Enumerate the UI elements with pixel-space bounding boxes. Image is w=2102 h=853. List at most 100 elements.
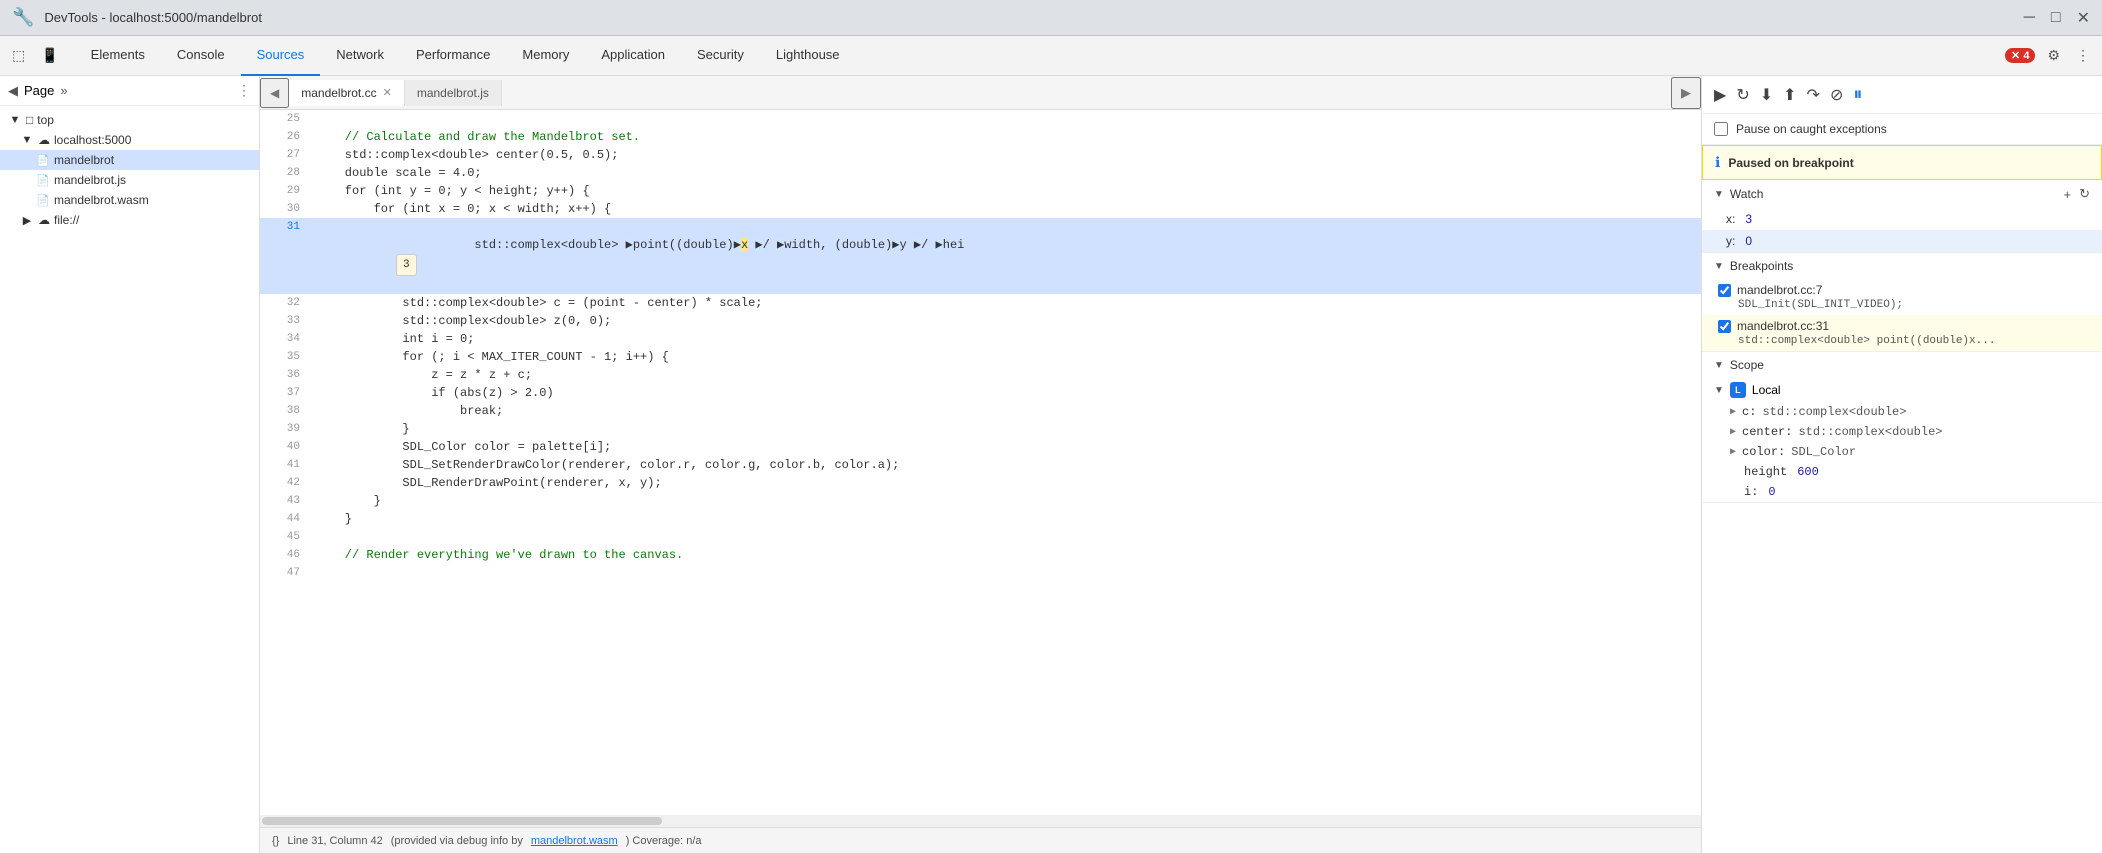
tab-memory[interactable]: Memory [506, 36, 585, 76]
folder-arrow-icon: ▼ [8, 114, 22, 126]
breakpoint-1: mandelbrot.cc:7 SDL_Init(SDL_INIT_VIDEO)… [1702, 279, 2102, 315]
bp-2-detail: std::complex<double> point((double)x... [1718, 335, 2090, 347]
format-btn[interactable]: {} [272, 835, 279, 847]
tab-application[interactable]: Application [585, 36, 681, 76]
step-into-btn[interactable]: ⬇ [1758, 83, 1775, 107]
window-title: DevTools - localhost:5000/mandelbrot [44, 10, 2013, 25]
deactivate-breakpoints-btn[interactable]: ⊘ [1828, 83, 1845, 107]
scope-color-arrow[interactable]: ▶ [1730, 446, 1736, 458]
inspect-icon[interactable]: ⬚ [8, 43, 29, 68]
pause-on-caught-checkbox[interactable] [1714, 122, 1728, 136]
watch-section-header[interactable]: ▼ Watch + ↻ [1702, 180, 2102, 208]
step-out-btn[interactable]: ⬆ [1781, 83, 1798, 107]
watch-arrow-icon: ▼ [1714, 189, 1724, 200]
line-num-46: 46 [260, 546, 308, 564]
line-num-33: 33 [260, 312, 308, 330]
line-code-27: std::complex<double> center(0.5, 0.5); [308, 146, 618, 164]
device-icon[interactable]: 📱 [37, 43, 62, 68]
line-code-32: std::complex<double> c = (point - center… [308, 294, 762, 312]
more-icon[interactable]: ⋮ [2072, 43, 2094, 68]
code-line-44: 44 } [260, 510, 1701, 528]
line-code-41: SDL_SetRenderDrawColor(renderer, color.r… [308, 456, 899, 474]
horizontal-scrollbar[interactable] [260, 815, 1701, 827]
refresh-watch-btn[interactable]: ↻ [2079, 186, 2090, 202]
scope-color-type: SDL_Color [1791, 445, 1856, 459]
tree-item-mandelbrot-js[interactable]: 📄 mandelbrot.js [0, 170, 259, 190]
middle-panel: ◀ mandelbrot.cc ✕ mandelbrot.js ▶ 25 26 … [260, 76, 1702, 853]
file-tab-close-cc[interactable]: ✕ [383, 86, 392, 99]
nav-tabs: Elements Console Sources Network Perform… [75, 36, 2005, 76]
scope-center-arrow[interactable]: ▶ [1730, 426, 1736, 438]
line-code-45 [308, 528, 316, 546]
breakpoints-section: ▼ Breakpoints mandelbrot.cc:7 SDL_Init(S… [1702, 253, 2102, 352]
scope-height-val: 600 [1797, 465, 1819, 479]
code-line-45: 45 [260, 528, 1701, 546]
scope-c-arrow[interactable]: ▶ [1730, 406, 1736, 418]
scope-local-arrow: ▼ [1714, 385, 1724, 396]
tree-item-file[interactable]: ▶ ☁ file:// [0, 210, 259, 230]
tree-localhost-label: localhost:5000 [54, 133, 131, 147]
tree-item-mandelbrot[interactable]: 📄 mandelbrot [0, 150, 259, 170]
main-toolbar: ⬚ 📱 Elements Console Sources Network Per… [0, 36, 2102, 76]
more-pages-btn[interactable]: » [60, 83, 67, 98]
tab-lighthouse[interactable]: Lighthouse [760, 36, 856, 76]
devtools-body: ◀ Page » ⋮ ▼ □ top ▼ ☁ localhost:5000 📄 … [0, 76, 2102, 853]
scope-i-val: 0 [1768, 485, 1775, 499]
step-btn[interactable]: ↷ [1805, 83, 1822, 107]
tab-performance[interactable]: Performance [400, 36, 506, 76]
tab-nav-back[interactable]: ◀ [260, 78, 289, 108]
breakpoints-arrow-icon: ▼ [1714, 261, 1724, 272]
tab-sources[interactable]: Sources [241, 36, 321, 76]
toolbar-right: ✕ 4 ⚙ ⋮ [2005, 43, 2094, 68]
run-snippet-btn[interactable]: ▶ [1671, 77, 1701, 109]
code-line-32: 32 std::complex<double> c = (point - cen… [260, 294, 1701, 312]
code-line-46: 46 // Render everything we've drawn to t… [260, 546, 1701, 564]
code-line-26: 26 // Calculate and draw the Mandelbrot … [260, 128, 1701, 146]
error-badge[interactable]: ✕ 4 [2005, 48, 2035, 63]
step-over-btn[interactable]: ↻ [1734, 83, 1751, 107]
pause-banner: ℹ Paused on breakpoint [1702, 145, 2102, 180]
panel-dots-btn[interactable]: ⋮ [237, 82, 251, 99]
bp-2-header: mandelbrot.cc:31 [1718, 319, 2090, 333]
tree-item-top[interactable]: ▼ □ top [0, 110, 259, 130]
tree-item-mandelbrot-wasm[interactable]: 📄 mandelbrot.wasm [0, 190, 259, 210]
scope-section-header[interactable]: ▼ Scope [1702, 352, 2102, 378]
resume-btn[interactable]: ▶ [1712, 83, 1728, 107]
line-code-42: SDL_RenderDrawPoint(renderer, x, y); [308, 474, 662, 492]
watch-item-y: y: 0 [1702, 230, 2102, 252]
pause-btn[interactable]: ⏸ [1851, 82, 1864, 107]
tree-item-localhost[interactable]: ▼ ☁ localhost:5000 [0, 130, 259, 150]
scope-color-key: color: [1742, 445, 1785, 459]
breakpoints-section-header[interactable]: ▼ Breakpoints [1702, 253, 2102, 279]
exceptions-row: Pause on caught exceptions [1702, 114, 2102, 145]
code-line-38: 38 break; [260, 402, 1701, 420]
left-panel: ◀ Page » ⋮ ▼ □ top ▼ ☁ localhost:5000 📄 … [0, 76, 260, 853]
file-icon-js: 📄 [36, 174, 50, 187]
scope-local-header[interactable]: ▼ L Local [1702, 378, 2102, 402]
tab-network[interactable]: Network [320, 36, 400, 76]
debug-toolbar: ▶ ↻ ⬇ ⬆ ↷ ⊘ ⏸ [1702, 76, 2102, 114]
tab-console[interactable]: Console [161, 36, 241, 76]
file-tab-mandelbrot-cc[interactable]: mandelbrot.cc ✕ [289, 80, 405, 106]
code-line-29: 29 for (int y = 0; y < height; y++) { [260, 182, 1701, 200]
bp-2-checkbox[interactable] [1718, 320, 1731, 333]
settings-icon[interactable]: ⚙ [2043, 43, 2064, 68]
collapse-sidebar-btn[interactable]: ◀ [8, 83, 18, 99]
tab-elements[interactable]: Elements [75, 36, 161, 76]
maximize-button[interactable]: □ [2051, 8, 2061, 28]
code-line-33: 33 std::complex<double> z(0, 0); [260, 312, 1701, 330]
close-button[interactable]: ✕ [2077, 8, 2090, 28]
wasm-link[interactable]: mandelbrot.wasm [531, 835, 618, 847]
minimize-button[interactable]: ─ [2024, 8, 2035, 28]
bp-1-header: mandelbrot.cc:7 [1718, 283, 2090, 297]
scrollbar-thumb[interactable] [262, 817, 662, 825]
file-tab-label-cc: mandelbrot.cc [301, 86, 376, 100]
add-watch-btn[interactable]: + [2064, 186, 2072, 202]
code-editor[interactable]: 25 26 // Calculate and draw the Mandelbr… [260, 110, 1701, 815]
tab-security[interactable]: Security [681, 36, 760, 76]
file-tab-label-js: mandelbrot.js [417, 86, 489, 100]
file-tab-mandelbrot-js[interactable]: mandelbrot.js [405, 80, 502, 106]
bp-1-checkbox[interactable] [1718, 284, 1731, 297]
coverage-text: ) Coverage: n/a [626, 835, 702, 847]
tree-item-label: □ [26, 113, 33, 127]
